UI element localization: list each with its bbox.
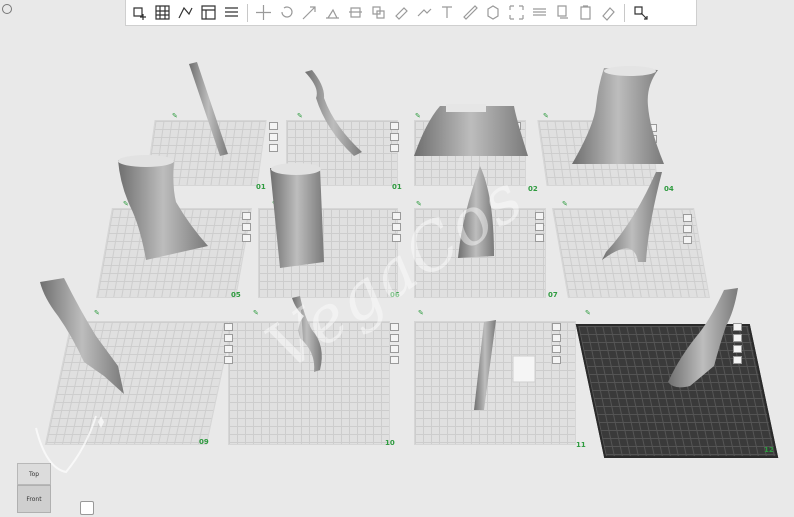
model-part[interactable]: [305, 70, 362, 156]
add-object-icon: [133, 7, 146, 20]
arrange-grid-icon: [155, 5, 170, 20]
fit-view-button[interactable]: [507, 3, 526, 22]
view-cube-top[interactable]: Top: [17, 463, 51, 485]
add-object-button[interactable]: [130, 3, 149, 22]
paint-support-button[interactable]: [392, 3, 411, 22]
model-part[interactable]: [572, 66, 664, 164]
arrange-grid-button[interactable]: [153, 3, 172, 22]
lay-flat-icon: [326, 8, 339, 19]
view-cube-front[interactable]: Front: [17, 485, 51, 513]
scale-button[interactable]: [300, 3, 319, 22]
copy-button[interactable]: [553, 3, 572, 22]
lay-flat-button[interactable]: [323, 3, 342, 22]
model-part[interactable]: [474, 320, 536, 410]
boolean-icon: [372, 6, 385, 19]
fit-view-button[interactable]: [80, 501, 94, 515]
paste-icon: [580, 5, 591, 20]
text-tool-icon: [442, 6, 452, 18]
build-plate-scene[interactable]: 01 01 02 04 05 06 07 09 10 11 12 ✎ ✎ ✎ ✎…: [0, 26, 794, 517]
model-part[interactable]: [118, 155, 208, 260]
paste-button[interactable]: [576, 3, 595, 22]
toolbar-separator: [247, 3, 248, 22]
paint-seam-button[interactable]: [415, 3, 434, 22]
layout-icon: [201, 5, 216, 20]
move-button[interactable]: [254, 3, 273, 22]
rotate-icon: [281, 6, 293, 18]
cut-button[interactable]: [346, 3, 365, 22]
toolbar-separator: [624, 3, 625, 22]
export-button[interactable]: [631, 3, 650, 22]
cube-view-button[interactable]: [484, 3, 503, 22]
split-parts-icon: [178, 6, 193, 19]
model-part[interactable]: [270, 163, 324, 268]
measure-icon: [463, 5, 478, 20]
fit-view-icon: [509, 5, 524, 20]
scale-icon: [302, 6, 316, 20]
rotate-button[interactable]: [277, 3, 296, 22]
copy-icon: [557, 5, 568, 19]
split-parts-button[interactable]: [176, 3, 195, 22]
slice-layers-button[interactable]: [530, 3, 549, 22]
model-part[interactable]: [189, 62, 228, 156]
window-menu-icon[interactable]: [2, 4, 12, 14]
model-part[interactable]: [40, 278, 124, 394]
eraser-icon: [602, 7, 615, 21]
boolean-button[interactable]: [369, 3, 388, 22]
slice-layers-icon: [533, 8, 546, 16]
eraser-button[interactable]: [599, 3, 618, 22]
model-part[interactable]: [668, 288, 738, 388]
model-part[interactable]: [414, 104, 528, 156]
main-toolbar: [125, 0, 697, 26]
cube-view-icon: [487, 5, 499, 20]
move-icon: [256, 5, 271, 20]
view-cube[interactable]: Top Front: [17, 463, 51, 513]
paint-support-icon: [395, 7, 408, 20]
layout-button[interactable]: [199, 3, 218, 22]
model-part[interactable]: [602, 172, 662, 262]
export-icon: [634, 6, 648, 20]
measure-button[interactable]: [461, 3, 480, 22]
paint-seam-icon: [417, 8, 432, 17]
text-tool-button[interactable]: [438, 3, 457, 22]
list-button[interactable]: [222, 3, 241, 22]
cut-icon: [349, 7, 362, 18]
list-icon: [225, 7, 238, 17]
